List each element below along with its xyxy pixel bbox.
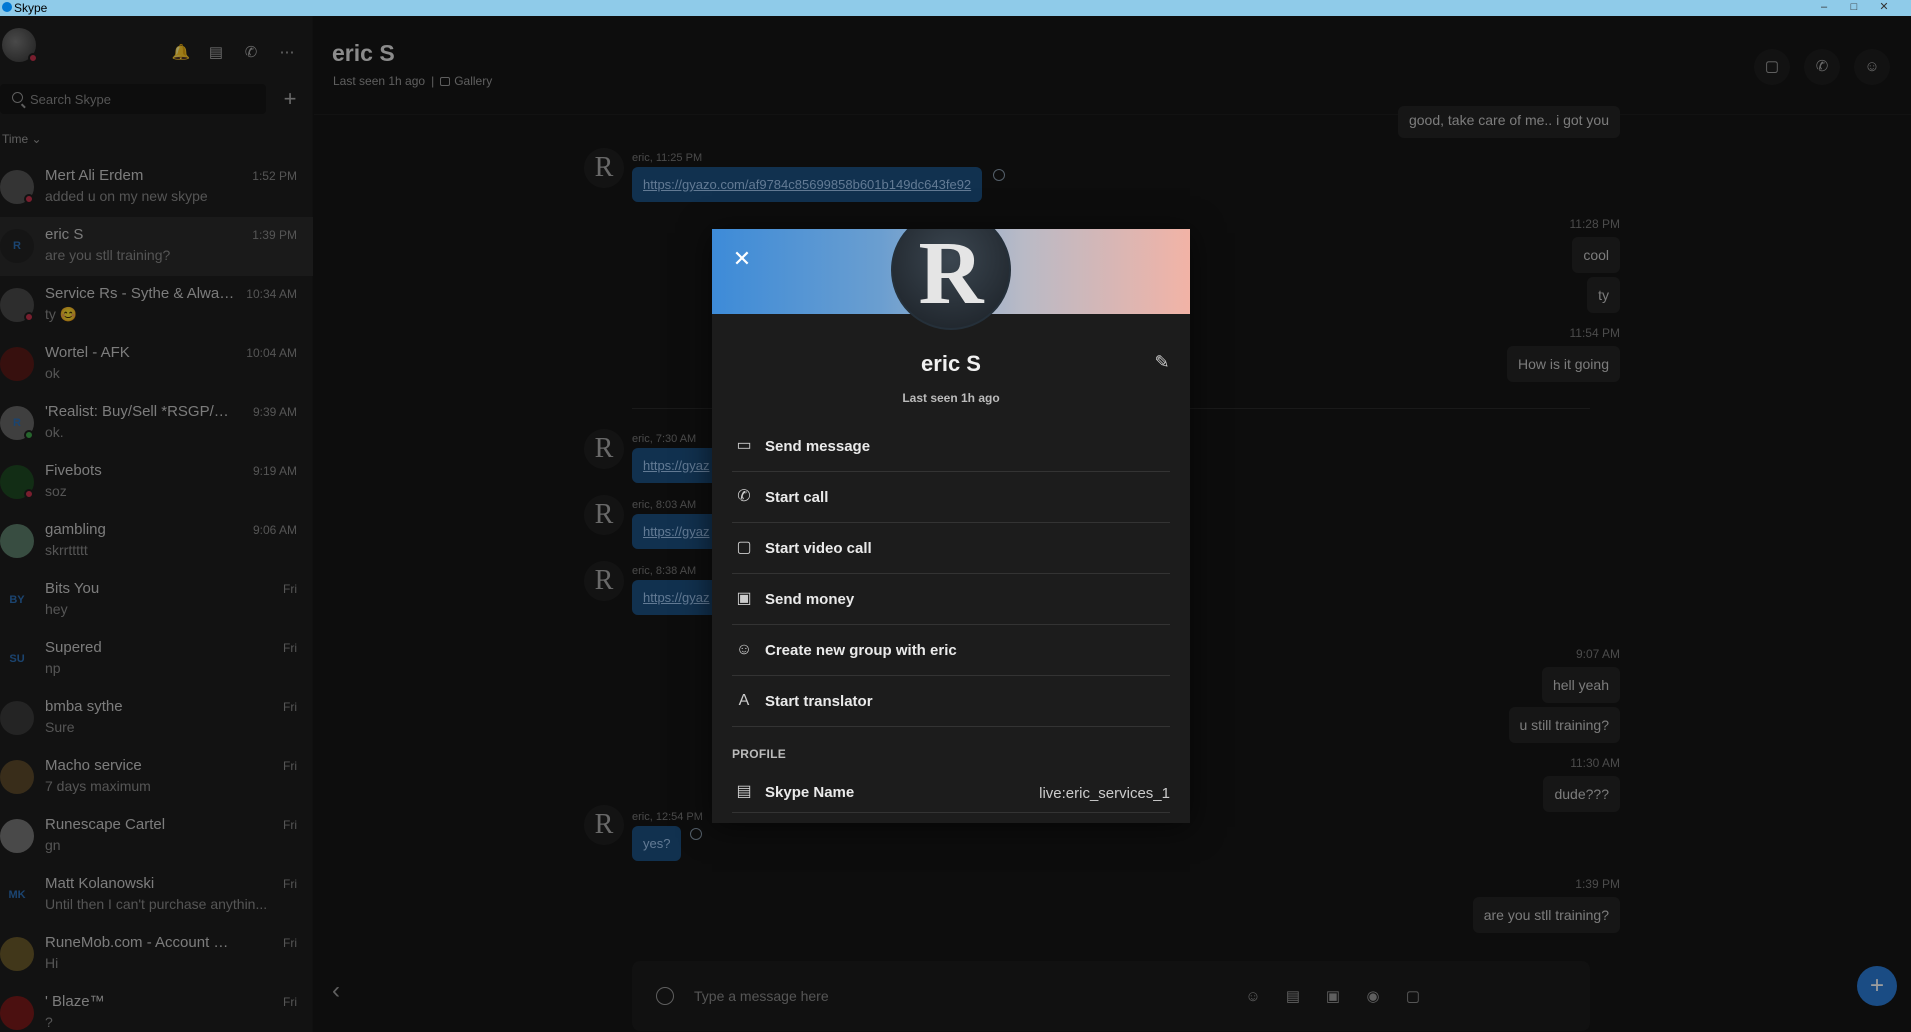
maximize-button[interactable]: □ [1840, 0, 1868, 14]
skype-name-label: Skype Name [765, 784, 855, 801]
skype-name-row[interactable]: ▤ Skype Name live:eric_services_1 [732, 773, 1170, 813]
message-icon: ▭ [736, 437, 752, 454]
action-label: Create new group with eric [765, 642, 957, 659]
window-titlebar: Skype – □ ✕ [0, 0, 1911, 16]
action-label: Start video call [765, 540, 872, 557]
profile-section-heading: PROFILE [732, 747, 787, 761]
profile-avatar-letter: R [918, 229, 984, 323]
profile-action-start-translator[interactable]: A Start translator [732, 676, 1170, 727]
action-label: Send money [765, 591, 855, 608]
action-label: Start translator [765, 693, 873, 710]
close-window-button[interactable]: ✕ [1870, 0, 1898, 14]
pencil-icon[interactable]: ✎ [1151, 351, 1173, 373]
skype-logo-icon [2, 2, 12, 12]
close-modal-button[interactable]: ✕ [730, 247, 754, 271]
profile-actions: ▭ Send message ✆ Start call ▢ Start video cal… [732, 421, 1170, 727]
profile-action-send-money[interactable]: ▣ Send money [732, 574, 1170, 625]
skype-name-value: live:eric_services_1 [1039, 785, 1170, 802]
profile-action-send-message[interactable]: ▭ Send message [732, 421, 1170, 472]
action-label: Send message [765, 438, 871, 455]
profile-modal: ✕ R eric S ✎ Last seen 1h ago ▭ Send mess… [712, 229, 1190, 823]
video-icon: ▢ [736, 539, 752, 556]
action-label: Start call [765, 489, 829, 506]
money-icon: ▣ [736, 590, 752, 607]
translate-icon: A [738, 692, 750, 709]
profile-action-start-video-call[interactable]: ▢ Start video call [732, 523, 1170, 574]
phone-icon: ✆ [737, 488, 751, 505]
profile-name: eric S [921, 351, 981, 376]
profile-last-seen: Last seen 1h ago [902, 391, 1000, 405]
group-icon: ☺ [735, 641, 753, 658]
profile-action-create-new-group-with-eric[interactable]: ☺ Create new group with eric [732, 625, 1170, 676]
profile-avatar: R [891, 229, 1011, 330]
window-title: Skype [14, 1, 48, 15]
profile-action-start-call[interactable]: ✆ Start call [732, 472, 1170, 523]
minimize-button[interactable]: – [1810, 0, 1838, 14]
id-card-icon: ▤ [736, 783, 752, 800]
